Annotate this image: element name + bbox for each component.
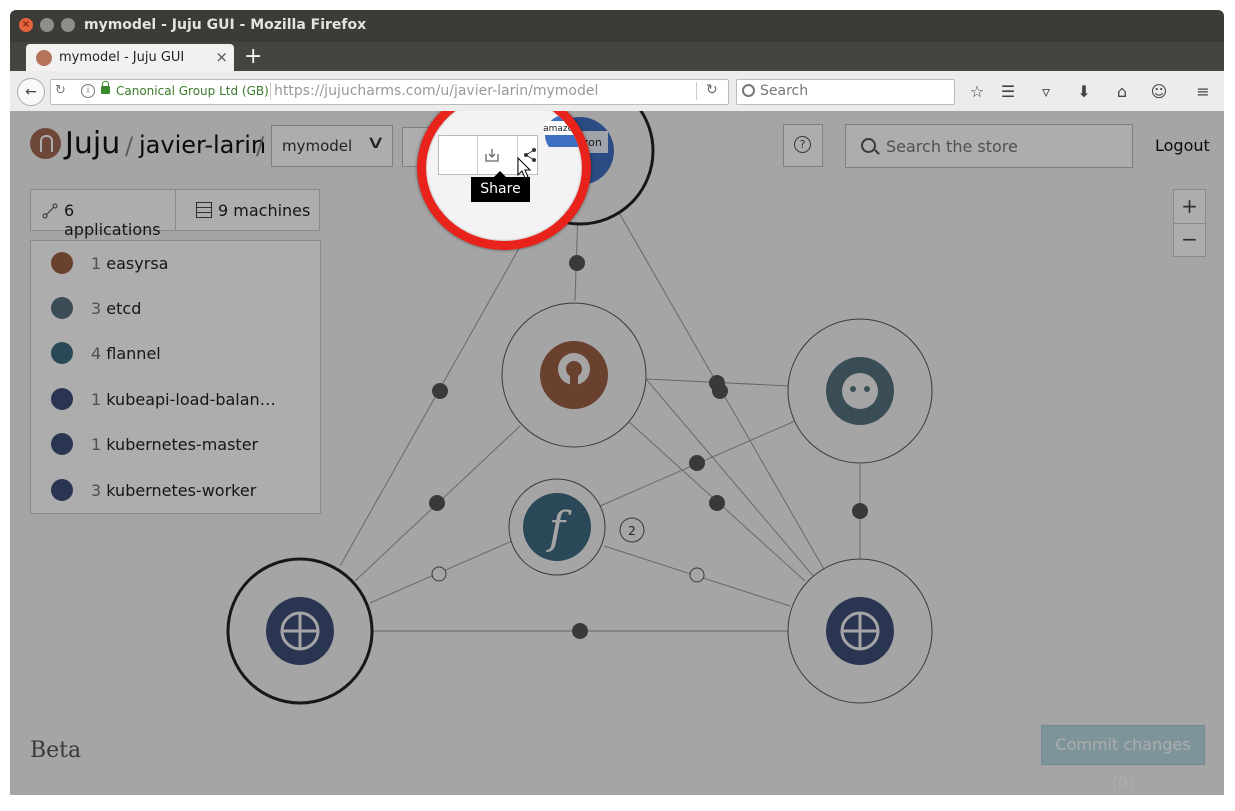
machines-icon bbox=[196, 202, 212, 218]
tab-bar: mymodel - Juju GUI × + bbox=[10, 42, 1224, 71]
model-switcher[interactable]: mymodel ∨ bbox=[271, 125, 393, 167]
application-node-flannel[interactable]: f bbox=[508, 478, 606, 576]
tab-applications[interactable]: 6 applications bbox=[31, 190, 176, 239]
site-identity[interactable]: Canonical Group Ltd (GB) bbox=[116, 84, 269, 98]
relation-status-markers[interactable]: 2 bbox=[429, 255, 868, 639]
flannel-icon bbox=[51, 342, 73, 364]
application-node-kubernetes-worker[interactable] bbox=[787, 558, 933, 704]
relations-icon bbox=[42, 203, 58, 219]
juju-gui-page: 2 amazon f bbox=[10, 111, 1224, 795]
svg-text:amazon: amazon bbox=[543, 124, 579, 134]
window-maximize-button[interactable] bbox=[61, 18, 75, 32]
beta-label: Beta bbox=[30, 738, 82, 763]
machines-count: 9 machines bbox=[218, 201, 311, 220]
store-search-input[interactable]: Search the store bbox=[845, 124, 1133, 168]
list-item[interactable]: 3 kubernetes-worker bbox=[31, 469, 320, 514]
application-node-easyrsa[interactable] bbox=[501, 302, 647, 448]
window-minimize-button[interactable] bbox=[40, 18, 54, 32]
breadcrumb-user[interactable]: javier-larin bbox=[139, 131, 266, 159]
help-button[interactable]: ? bbox=[783, 124, 823, 167]
history-icon[interactable]: ↻ bbox=[55, 83, 66, 98]
applications-count: 6 applications bbox=[64, 201, 161, 239]
window-close-button[interactable]: × bbox=[19, 18, 33, 32]
reload-icon[interactable]: ↻ bbox=[706, 82, 718, 98]
url-bar[interactable]: ↻ i Canonical Group Ltd (GB) https://juj… bbox=[50, 79, 729, 105]
list-item[interactable]: 1 easyrsa bbox=[31, 242, 320, 287]
store-search-placeholder: Search the store bbox=[886, 137, 1018, 156]
easyrsa-icon bbox=[51, 252, 73, 274]
list-item[interactable]: 1 kubernetes-master bbox=[31, 423, 320, 468]
help-icon: ? bbox=[794, 136, 811, 153]
breadcrumb-separator: / bbox=[256, 132, 265, 160]
application-node-etcd[interactable] bbox=[787, 318, 933, 464]
logout-link[interactable]: Logout bbox=[1155, 136, 1210, 155]
info-icon[interactable]: i bbox=[81, 84, 95, 98]
bookmark-star-icon[interactable]: ☆ bbox=[966, 81, 988, 103]
search-icon bbox=[861, 138, 876, 153]
juju-logo-icon[interactable] bbox=[30, 128, 61, 159]
chat-icon[interactable]: ☺ bbox=[1148, 81, 1170, 103]
tab-machines[interactable]: 9 machines bbox=[176, 190, 319, 230]
chevron-down-icon: ∨ bbox=[365, 132, 386, 153]
model-name: mymodel bbox=[282, 137, 353, 155]
zoom-controls: + − bbox=[1173, 189, 1206, 257]
search-icon bbox=[742, 84, 755, 97]
etcd-icon bbox=[51, 297, 73, 319]
download-icon[interactable]: ⬇ bbox=[1073, 81, 1095, 103]
browser-search-placeholder: Search bbox=[760, 83, 809, 99]
lock-icon bbox=[101, 81, 110, 94]
list-item[interactable]: 3 etcd bbox=[31, 287, 320, 332]
navigation-toolbar: ← ↻ i Canonical Group Ltd (GB) https://j… bbox=[10, 71, 1224, 112]
back-button[interactable]: ← bbox=[17, 78, 45, 106]
kubernetes-worker-icon bbox=[51, 479, 73, 501]
new-tab-button[interactable]: + bbox=[244, 44, 262, 70]
tab-close-icon[interactable]: × bbox=[215, 48, 228, 66]
window-title: mymodel - Juju GUI - Mozilla Firefox bbox=[84, 17, 367, 33]
list-item[interactable]: 4 flannel bbox=[31, 332, 320, 377]
tab-title: mymodel - Juju GUI bbox=[59, 50, 185, 65]
window-titlebar: × mymodel - Juju GUI - Mozilla Firefox bbox=[10, 10, 1224, 42]
juju-brand[interactable]: Juju bbox=[65, 126, 120, 161]
browser-search-input[interactable]: Search bbox=[736, 79, 955, 105]
kubeapi-load-balancer-icon bbox=[51, 388, 73, 410]
browser-tab[interactable]: mymodel - Juju GUI × bbox=[26, 44, 234, 71]
zoom-in-button[interactable]: + bbox=[1174, 190, 1205, 224]
zoom-out-button[interactable]: − bbox=[1174, 223, 1205, 256]
application-list: 1 easyrsa 3 etcd 4 flannel 1 kubeapi-loa… bbox=[30, 240, 321, 514]
aws-icon: amazon bbox=[543, 115, 579, 147]
kubernetes-master-icon bbox=[51, 433, 73, 455]
export-icon[interactable] bbox=[484, 147, 500, 163]
mouse-cursor-icon bbox=[517, 157, 531, 179]
menu-icon[interactable]: ≡ bbox=[1192, 81, 1214, 103]
relation-count-badge: 2 bbox=[628, 524, 636, 538]
application-node-kubernetes-master[interactable] bbox=[226, 557, 374, 705]
juju-favicon-icon bbox=[36, 50, 52, 66]
home-icon[interactable]: ⌂ bbox=[1111, 81, 1133, 103]
model-summary-tabs: 6 applications 9 machines bbox=[30, 189, 320, 239]
url-text[interactable]: https://jujucharms.com/u/javier-larin/my… bbox=[274, 83, 598, 99]
share-tooltip: Share bbox=[471, 171, 530, 202]
pocket-icon[interactable]: ▿ bbox=[1035, 81, 1057, 103]
reading-list-icon[interactable]: ☰ bbox=[997, 81, 1019, 103]
list-item[interactable]: 1 kubeapi-load-balan… bbox=[31, 378, 320, 423]
commit-changes-button[interactable]: Commit changes (0) bbox=[1041, 725, 1205, 792]
breadcrumb-separator: / bbox=[125, 132, 134, 160]
